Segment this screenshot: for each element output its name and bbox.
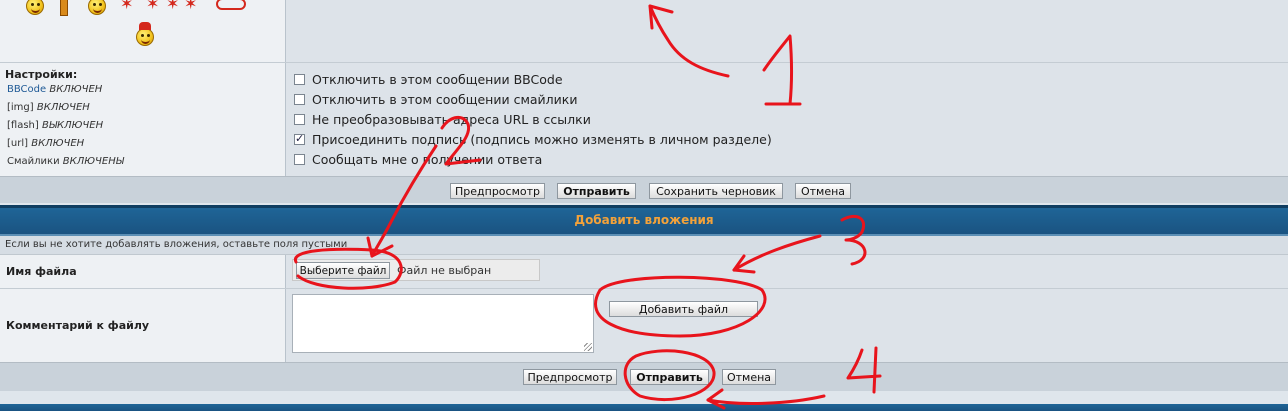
post-buttons-bar (0, 176, 1288, 203)
filename-label: Имя файла (6, 265, 77, 278)
checkbox-disable-bbcode[interactable] (294, 73, 305, 85)
torch-icon[interactable] (60, 0, 68, 16)
bbcode-link[interactable]: BBCode (7, 84, 46, 95)
setting-url: [url] ВКЛЮЧЕН (7, 138, 85, 149)
checkbox-notify-reply[interactable] (294, 153, 305, 165)
save-draft-button[interactable]: Сохранить черновик (649, 183, 783, 199)
option-no-url-parse[interactable]: Не преобразовывать адреса URL в ссылки (294, 111, 591, 127)
add-file-button[interactable]: Добавить файл (609, 301, 758, 317)
comment-textarea[interactable] (292, 294, 594, 353)
option-notify-reply[interactable]: Сообщать мне о получении ответа (294, 151, 542, 167)
setting-smilies: Смайлики ВКЛЮЧЕНЫ (7, 156, 124, 167)
chef-smiley-icon[interactable] (136, 28, 154, 46)
comment-label: Комментарий к файлу (6, 319, 150, 332)
arrow-4 (706, 394, 826, 405)
attach-preview-button[interactable]: Предпросмотр (523, 369, 617, 385)
checkbox-disable-smilies[interactable] (294, 93, 305, 105)
checkbox-attach-signature[interactable] (294, 132, 305, 145)
resize-handle-icon[interactable] (584, 343, 592, 351)
message-area-bottom (286, 0, 1288, 62)
dancing-smiley-icon[interactable]: ✶ (184, 0, 197, 13)
cancel-button[interactable]: Отмена (795, 183, 851, 199)
option-disable-bbcode[interactable]: Отключить в этом сообщении BBCode (294, 71, 563, 87)
attach-cancel-button[interactable]: Отмена (722, 369, 776, 385)
attach-submit-button[interactable]: Отправить (630, 369, 709, 385)
setting-bbcode: BBCode ВКЛЮЧЕН (7, 84, 102, 95)
chef-hat-icon (139, 22, 151, 30)
option-attach-signature[interactable]: Присоединить подпись (подпись можно изме… (294, 131, 772, 147)
option-disable-smilies[interactable]: Отключить в этом сообщении смайлики (294, 91, 577, 107)
attachments-hint: Если вы не хотите добавлять вложения, ос… (5, 239, 348, 250)
dancing-smiley-icon[interactable]: ✶ (146, 0, 159, 13)
no-file-text: Файл не выбран (397, 264, 492, 277)
submit-button[interactable]: Отправить (557, 183, 636, 199)
checkbox-no-url-parse[interactable] (294, 113, 305, 125)
sign-smiley-icon[interactable] (216, 0, 246, 10)
footer-bar (0, 404, 1288, 411)
dancing-smiley-icon[interactable]: ✶ (166, 0, 179, 13)
setting-flash: [flash] ВЫКЛЮЧЕН (7, 120, 104, 131)
setting-state: ВКЛЮЧЕН (49, 84, 103, 95)
setting-img: [img] ВКЛЮЧЕН (7, 102, 90, 113)
preview-button[interactable]: Предпросмотр (450, 183, 545, 199)
attachments-header: Добавить вложения (0, 205, 1288, 236)
dancing-smiley-icon[interactable]: ✶ (120, 0, 133, 13)
settings-heading: Настройки: (5, 68, 78, 81)
choose-file-button[interactable]: Выберите файл (296, 262, 390, 279)
